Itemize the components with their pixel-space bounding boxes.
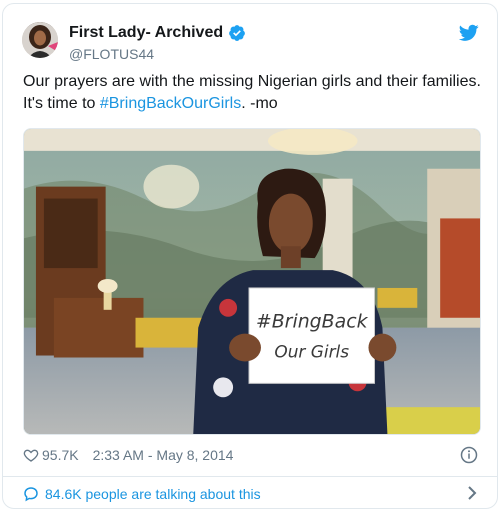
tweet-meta: 95.7K 2:33 AM - May 8, 2014 xyxy=(42,447,233,463)
tweet-photo[interactable]: #BringBack Our Girls xyxy=(23,128,481,435)
author-name-row[interactable]: First Lady- Archived xyxy=(69,24,246,42)
conversation-text[interactable]: 84.6K people are talking about this xyxy=(45,486,261,502)
photo-illustration: #BringBack Our Girls xyxy=(24,129,480,434)
avatar[interactable] xyxy=(22,22,58,58)
conversation-link[interactable]: 84.6K people are talking about this xyxy=(3,477,497,508)
verified-icon xyxy=(229,25,245,41)
tweet-text: Our prayers are with the missing Nigeria… xyxy=(23,71,493,115)
sign-line-2: Our Girls xyxy=(274,342,349,362)
handle[interactable]: @FLOTUS44 xyxy=(69,46,154,62)
timestamp[interactable]: 2:33 AM - May 8, 2014 xyxy=(93,447,234,463)
like-count[interactable]: 95.7K xyxy=(42,447,79,463)
info-icon[interactable] xyxy=(460,446,478,464)
speech-bubble-icon xyxy=(24,486,38,501)
display-name[interactable]: First Lady- Archived xyxy=(69,24,223,42)
sign-line-1: #BringBack xyxy=(256,311,369,333)
chevron-right-icon xyxy=(468,486,477,500)
heart-icon[interactable] xyxy=(23,447,39,463)
twitter-bird-icon[interactable] xyxy=(459,24,479,42)
tweet-text-part: . -mo xyxy=(241,95,278,112)
tweet-card: First Lady- Archived @FLOTUS44 Our praye… xyxy=(2,3,498,509)
hashtag-link[interactable]: #BringBackOurGirls xyxy=(100,95,241,112)
